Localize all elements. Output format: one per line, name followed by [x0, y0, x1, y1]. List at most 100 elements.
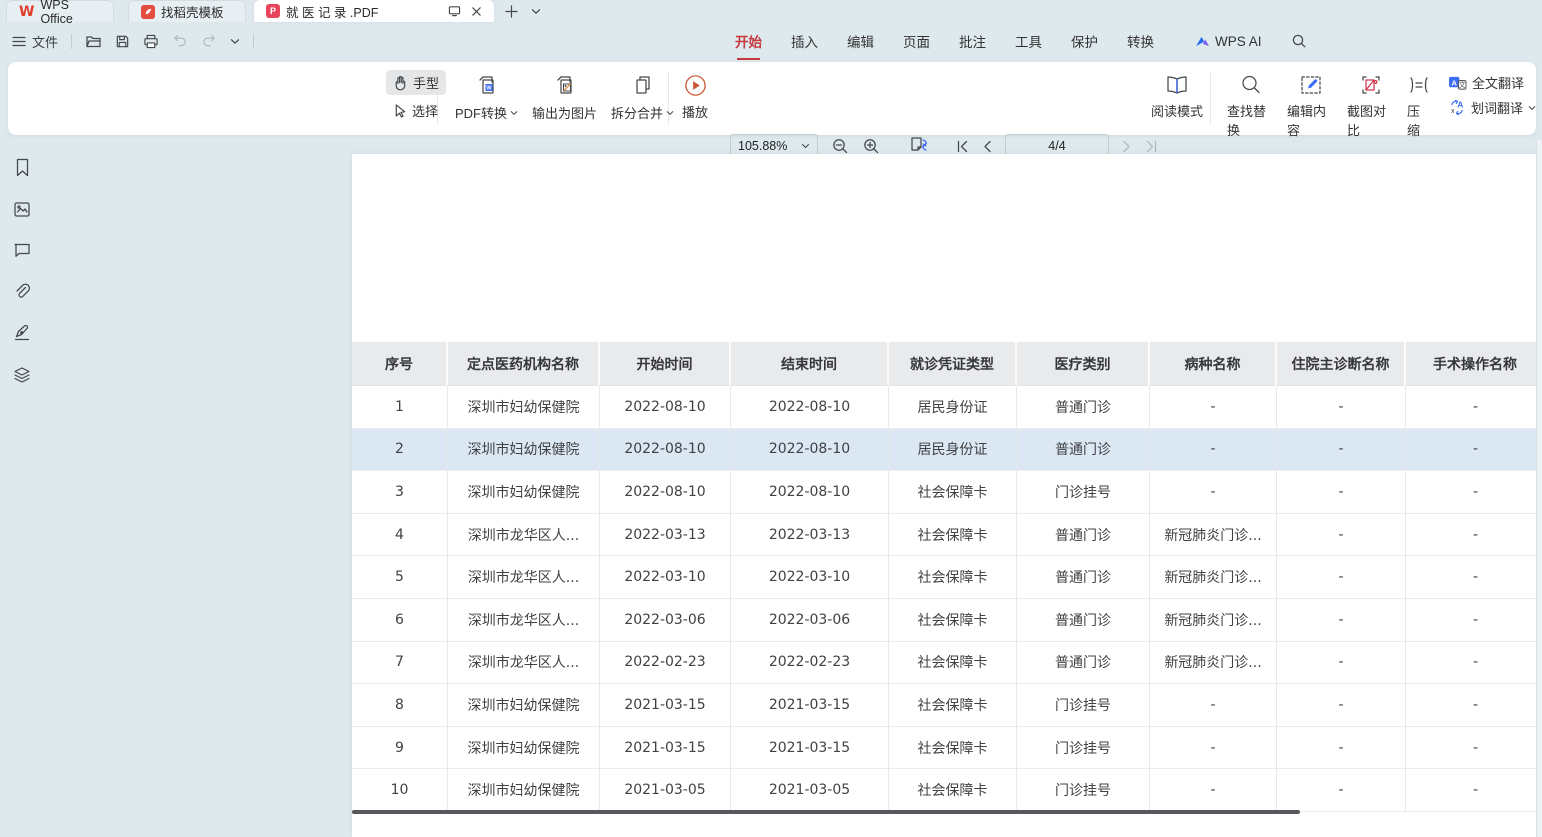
- save-icon[interactable]: [115, 34, 130, 49]
- table-cell: 社会保障卡: [889, 471, 1017, 514]
- hand-tool-button[interactable]: 手型: [386, 70, 446, 95]
- tab-document-active[interactable]: P 就 医 记 录 .PDF: [254, 0, 494, 22]
- table-cell: 2021-03-15: [731, 684, 889, 727]
- table-header-cell: 定点医药机构名称: [448, 342, 600, 386]
- table-row: 3深圳市妇幼保健院2022-08-102022-08-10社会保障卡门诊挂号--…: [352, 471, 1536, 514]
- word-translation-button[interactable]: Ax 划词翻译: [1448, 98, 1536, 117]
- redo-icon[interactable]: [201, 34, 217, 48]
- bookmark-icon[interactable]: [14, 158, 31, 177]
- split-merge-button[interactable]: 拆分合并: [611, 73, 674, 122]
- menu-tab-annotate[interactable]: 批注: [959, 31, 986, 51]
- table-cell: 门诊挂号: [1017, 727, 1150, 770]
- table-cell: 5: [352, 556, 448, 599]
- select-tool-button[interactable]: 选择: [386, 98, 446, 123]
- table-cell: 2022-03-06: [600, 599, 731, 642]
- wps-ai-label: WPS AI: [1215, 34, 1262, 49]
- zoom-out-icon[interactable]: [831, 137, 849, 155]
- table-cell: 深圳市妇幼保健院: [448, 769, 600, 812]
- menu-tab-protect[interactable]: 保护: [1071, 31, 1098, 51]
- menu-tab-page[interactable]: 页面: [903, 31, 930, 51]
- edit-content-button[interactable]: 编辑内容: [1287, 73, 1334, 139]
- chevron-down-icon: [801, 143, 810, 149]
- signature-icon[interactable]: [13, 324, 31, 342]
- word-translation-icon: Ax: [1448, 99, 1466, 116]
- layers-icon[interactable]: [13, 366, 31, 384]
- pdf-convert-label: PDF转换: [455, 103, 507, 122]
- file-menu-button[interactable]: 文件: [12, 32, 58, 51]
- attachment-icon[interactable]: [13, 282, 31, 300]
- table-row: 9深圳市妇幼保健院2021-03-152021-03-15社会保障卡门诊挂号--…: [352, 727, 1536, 770]
- read-mode-button[interactable]: 阅读模式: [1151, 73, 1203, 120]
- file-menu-label: 文件: [32, 32, 58, 51]
- print-icon[interactable]: [143, 34, 159, 49]
- compress-button[interactable]: 压缩: [1407, 73, 1431, 139]
- table-cell: 2022-08-10: [600, 429, 731, 472]
- table-cell: -: [1150, 471, 1277, 514]
- close-icon[interactable]: [471, 6, 482, 17]
- find-replace-button[interactable]: 查找替换: [1227, 73, 1274, 139]
- cursor-icon: [393, 103, 407, 118]
- open-folder-icon[interactable]: [85, 34, 102, 49]
- menu-tab-home[interactable]: 开始: [735, 31, 762, 51]
- menu-tab-insert[interactable]: 插入: [791, 31, 818, 51]
- tab-list-chevron-down-icon[interactable]: [531, 8, 541, 15]
- menu-tab-tools[interactable]: 工具: [1015, 31, 1042, 51]
- table-cell: 社会保障卡: [889, 599, 1017, 642]
- play-label: 播放: [682, 102, 708, 121]
- screenshot-compare-label: 截图对比: [1347, 101, 1394, 139]
- table-cell: 深圳市龙华区人...: [448, 514, 600, 557]
- table-cell: 普通门诊: [1017, 429, 1150, 472]
- screenshot-compare-icon: [1359, 73, 1383, 97]
- undo-icon[interactable]: [172, 34, 188, 48]
- select-tool-label: 选择: [412, 101, 438, 120]
- comment-icon[interactable]: [13, 242, 31, 258]
- last-page-icon[interactable]: [1145, 140, 1158, 153]
- pdf-convert-button[interactable]: W PDF转换: [455, 73, 518, 122]
- full-translation-button[interactable]: A文 全文翻译: [1448, 73, 1536, 92]
- document-page[interactable]: 序号定点医药机构名称开始时间结束时间就诊凭证类型医疗类别病种名称住院主诊断名称手…: [352, 154, 1536, 837]
- thumbnail-icon[interactable]: [13, 201, 31, 218]
- zoom-in-icon[interactable]: [862, 137, 880, 155]
- menu-tab-wps-ai[interactable]: WPS AI: [1195, 34, 1262, 49]
- chevron-down-icon: [666, 110, 674, 116]
- chevron-down-icon: [510, 110, 518, 116]
- new-tab-plus-icon[interactable]: [504, 4, 519, 19]
- table-row: 8深圳市妇幼保健院2021-03-152021-03-15社会保障卡门诊挂号--…: [352, 684, 1536, 727]
- table-cell: -: [1277, 769, 1406, 812]
- tab-wps-home[interactable]: W WPS Office: [6, 0, 114, 22]
- table-cell: -: [1406, 429, 1536, 472]
- table-cell: 2022-03-13: [731, 514, 889, 557]
- table-cell: 普通门诊: [1017, 386, 1150, 429]
- table-cell: 社会保障卡: [889, 514, 1017, 557]
- menu-tab-edit[interactable]: 编辑: [847, 31, 874, 51]
- vertical-scrollbar-track[interactable]: [1536, 140, 1542, 837]
- left-sidebar: [0, 140, 44, 837]
- table-cell: 2021-03-15: [600, 727, 731, 770]
- export-image-button[interactable]: 输出为图片: [532, 73, 597, 122]
- pdf-convert-icon: W: [474, 73, 500, 99]
- prev-page-icon[interactable]: [982, 140, 992, 153]
- table-cell: 社会保障卡: [889, 642, 1017, 685]
- monitor-icon[interactable]: [448, 5, 461, 17]
- table-header-cell: 医疗类别: [1017, 342, 1150, 386]
- table-cell: 2022-03-10: [731, 556, 889, 599]
- table-header-cell: 结束时间: [731, 342, 889, 386]
- play-button[interactable]: 播放: [682, 73, 708, 121]
- edit-content-label: 编辑内容: [1287, 101, 1334, 139]
- menu-tab-convert[interactable]: 转换: [1127, 31, 1154, 51]
- quickbar-chevron-down-icon[interactable]: [230, 38, 240, 45]
- tab-docer[interactable]: 找稻壳模板: [128, 0, 246, 22]
- menubar-search-icon[interactable]: [1291, 33, 1307, 49]
- screenshot-compare-button[interactable]: 截图对比: [1347, 73, 1394, 139]
- table-cell: 1: [352, 386, 448, 429]
- table-row: 7深圳市龙华区人...2022-02-232022-02-23社会保障卡普通门诊…: [352, 642, 1536, 685]
- table-cell: 新冠肺炎门诊...: [1150, 514, 1277, 557]
- next-page-icon[interactable]: [1122, 140, 1132, 153]
- svg-text:A: A: [1457, 100, 1463, 110]
- table-cell: -: [1150, 727, 1277, 770]
- split-merge-icon: [630, 73, 656, 99]
- tab-label: 找稻壳模板: [161, 2, 224, 21]
- horizontal-scrollbar[interactable]: [352, 810, 1300, 814]
- table-header-cell: 开始时间: [600, 342, 731, 386]
- first-page-icon[interactable]: [956, 140, 969, 153]
